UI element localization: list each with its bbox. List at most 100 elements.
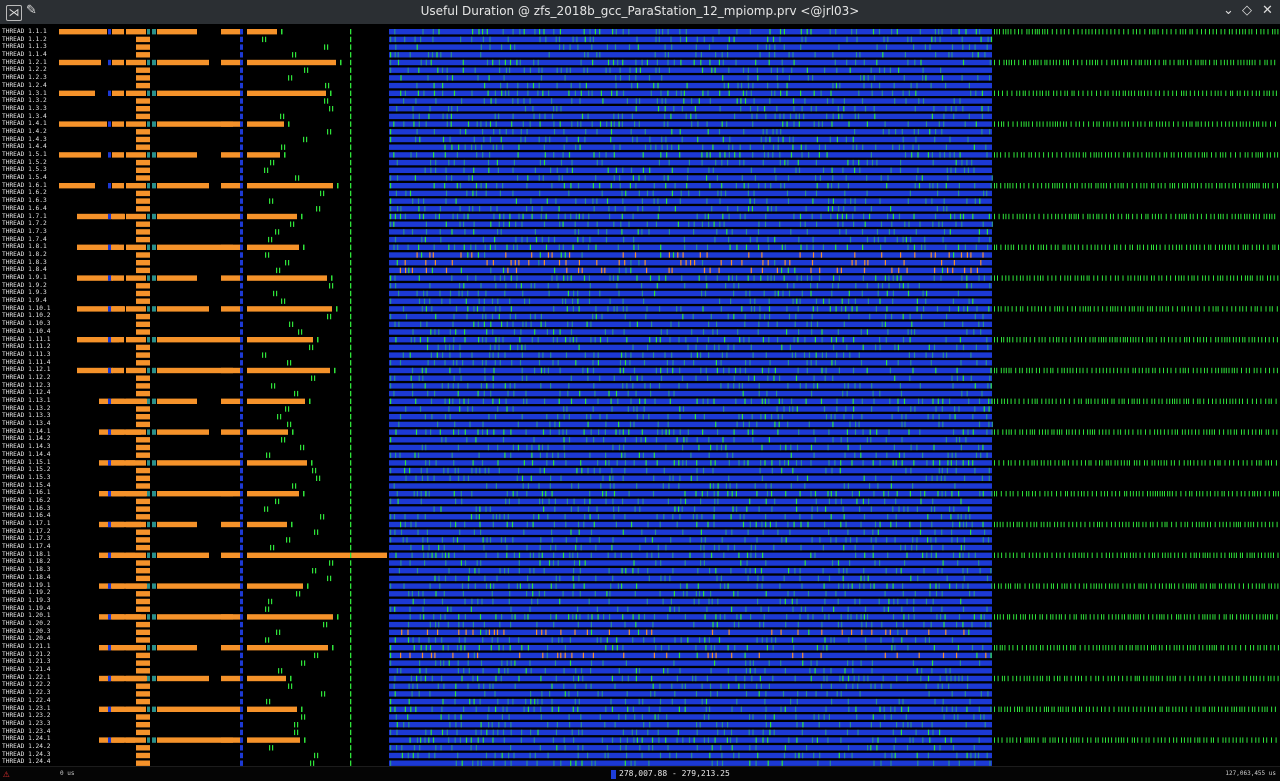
duration-burst [1003,121,1005,127]
timeline-view[interactable]: THREAD 1.1.1 THREAD 1.1.2 THREAD 1.1.3 THRE… [0,24,1280,766]
duration-burst [1132,521,1134,528]
duration-burst [550,167,552,173]
duration-burst [891,267,893,274]
duration-burst [1158,59,1160,66]
duration-burst [805,36,807,43]
duration-burst [441,298,443,304]
duration-burst [451,452,453,458]
duration-burst [825,414,828,420]
duration-burst [152,306,156,312]
duration-burst [350,437,352,443]
duration-burst [1058,460,1060,466]
duration-burst [605,452,607,458]
duration-burst [504,59,506,66]
duration-burst [801,106,803,112]
duration-burst [543,221,546,227]
duration-burst [943,113,945,120]
duration-burst [829,306,831,312]
duration-burst [717,190,719,197]
duration-burst [1173,460,1175,466]
duration-burst [1214,90,1216,96]
duration-burst [451,106,453,112]
duration-burst [1221,491,1223,497]
duration-burst [747,82,750,89]
duration-burst [533,113,535,120]
duration-burst [576,467,578,474]
duration-burst [497,460,499,466]
duration-burst [766,390,768,397]
duration-burst [459,221,461,227]
duration-burst [933,106,935,112]
duration-burst [962,213,965,220]
duration-burst [442,90,444,96]
close-button[interactable]: ✕ [1262,3,1273,18]
duration-burst [1105,429,1107,435]
duration-burst [834,360,836,366]
duration-burst [437,344,439,351]
duration-burst [350,421,352,428]
duration-burst [491,313,494,320]
duration-burst [601,190,603,197]
duration-burst [970,252,972,258]
duration-burst [669,337,671,343]
duration-burst [1080,398,1082,404]
duration-burst [994,460,995,466]
duration-burst [303,444,305,451]
duration-burst [247,337,313,343]
duration-burst [831,121,833,127]
duration-burst [1084,521,1086,528]
duration-burst [749,521,751,528]
duration-burst [1196,213,1198,220]
timeline-canvas[interactable] [0,24,1280,766]
duration-burst [350,144,352,150]
duration-burst [494,360,496,366]
duration-burst [1144,460,1145,466]
duration-burst [704,290,707,297]
duration-burst [1260,367,1262,374]
duration-burst [986,337,988,343]
duration-burst [624,313,626,320]
duration-burst [832,375,834,381]
duration-burst [502,337,504,343]
duration-burst [406,537,408,543]
duration-burst [765,136,767,143]
duration-burst [979,198,981,204]
duration-burst [1092,337,1094,343]
duration-burst [681,106,683,112]
maximize-button[interactable]: ◇ [1242,3,1252,18]
duration-burst [750,344,752,351]
duration-burst [934,213,937,220]
duration-burst [1107,90,1109,96]
duration-burst [610,129,613,135]
duration-burst [1037,306,1039,312]
duration-burst [935,52,937,58]
duration-burst [753,98,755,104]
duration-burst [958,491,960,497]
duration-burst [1022,306,1024,312]
duration-burst [909,190,911,197]
duration-burst [577,483,580,489]
duration-burst [1164,183,1166,189]
duration-burst [1273,367,1275,374]
duration-burst [855,421,857,428]
duration-burst [685,260,687,266]
duration-burst [1081,59,1083,66]
duration-burst [987,36,989,43]
duration-burst [558,398,560,404]
duration-burst [996,244,998,250]
minimize-button[interactable]: ⌄ [1223,3,1234,18]
duration-burst [600,483,602,489]
duration-burst [988,306,990,312]
duration-burst [147,521,150,528]
duration-burst [292,429,294,435]
duration-burst [708,321,710,327]
duration-burst [1277,275,1279,281]
duration-burst [684,491,686,497]
duration-burst [583,275,586,281]
duration-burst [463,398,465,404]
duration-burst [1269,521,1271,528]
duration-burst [1216,29,1217,35]
duration-burst [1029,429,1031,435]
duration-burst [456,537,459,543]
duration-burst [766,129,768,135]
